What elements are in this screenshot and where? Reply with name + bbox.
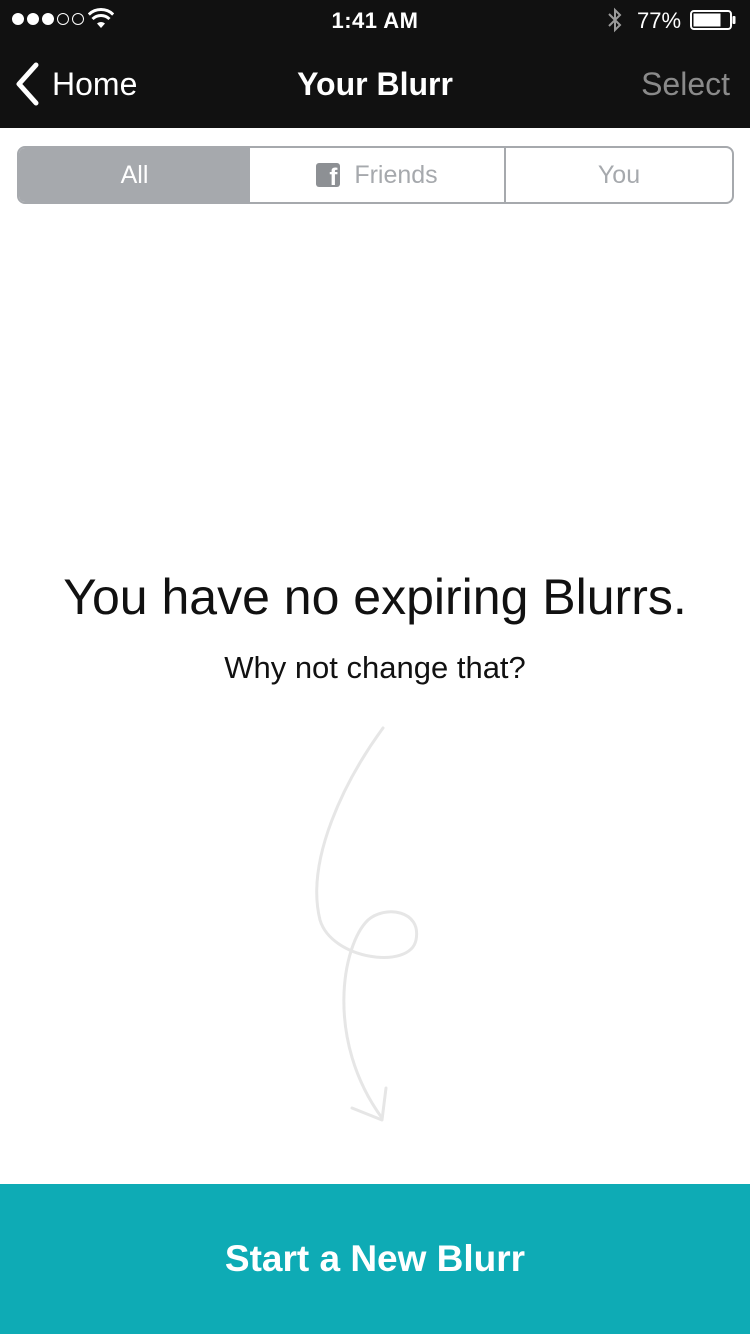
segment-friends[interactable]: f Friends xyxy=(250,148,506,202)
segment-you-label: You xyxy=(597,160,641,189)
status-bar: 1:41 AM 77% xyxy=(0,0,750,40)
segment-all-label: All xyxy=(120,160,149,189)
navigation-bar: Home Your Blurr Select xyxy=(0,40,750,128)
curly-arrow-icon xyxy=(315,726,419,1122)
page-title: Your Blurr xyxy=(297,66,453,102)
facebook-icon: f xyxy=(316,163,341,187)
segment-friends-label: Friends xyxy=(354,160,438,189)
bluetooth-icon xyxy=(608,7,622,33)
select-button[interactable]: Select xyxy=(641,66,730,103)
battery-icon xyxy=(690,10,736,30)
segment-you[interactable]: You xyxy=(506,148,732,202)
battery-percent: 77% xyxy=(637,8,682,33)
empty-state-title: You have no expiring Blurrs. xyxy=(63,569,687,625)
filter-segmented-control: All f Friends You xyxy=(17,146,734,204)
empty-state-subtitle: Why not change that? xyxy=(224,650,526,685)
screen: 1:41 AM 77% Home Your Blurr Select All f… xyxy=(0,0,750,1334)
start-new-blurr-button[interactable]: Start a New Blurr xyxy=(0,1184,750,1334)
segment-all[interactable]: All xyxy=(19,148,250,202)
start-new-blurr-label: Start a New Blurr xyxy=(224,1238,526,1279)
